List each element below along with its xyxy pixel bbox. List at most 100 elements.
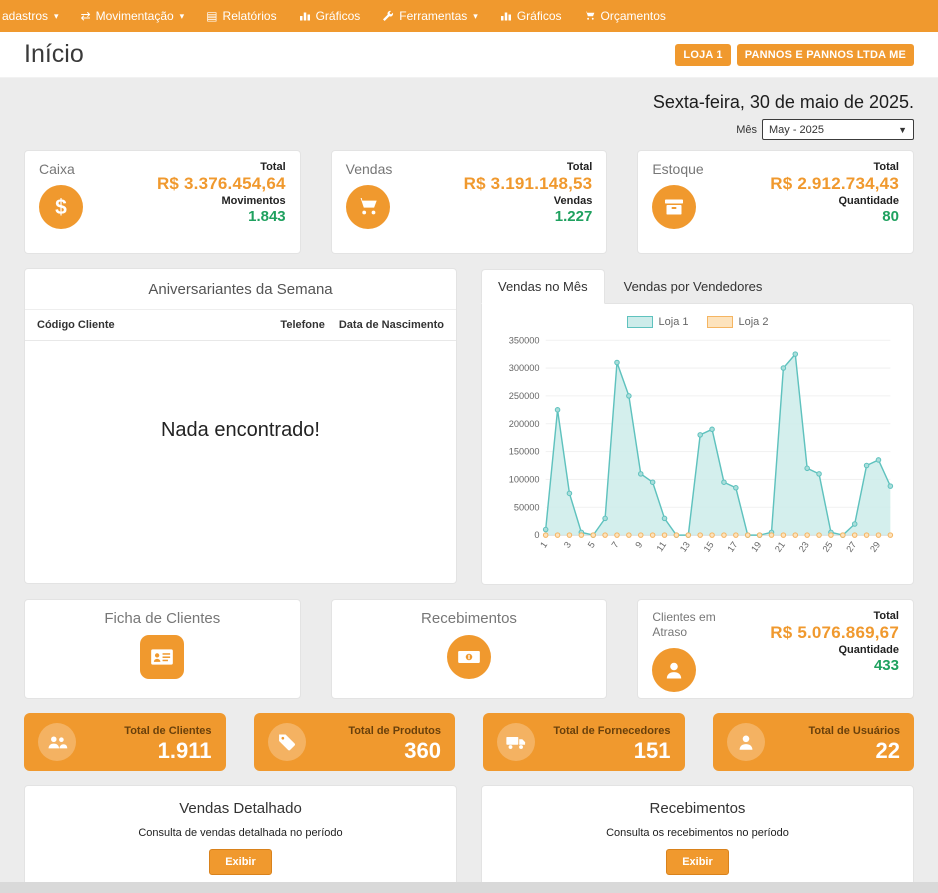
tab-vendas-por-vendedores[interactable]: Vendas por Vendedores <box>607 269 780 304</box>
svg-text:19: 19 <box>749 540 763 554</box>
recebimentos-title: Recebimentos <box>421 610 517 627</box>
store-badge[interactable]: LOJA 1 <box>675 44 730 66</box>
report-title: Vendas Detalhado <box>37 800 444 817</box>
svg-text:100000: 100000 <box>509 475 540 485</box>
exchange-icon: ⇄ <box>81 10 91 22</box>
nav-item-orcamentos[interactable]: Orçamentos <box>584 9 666 23</box>
atraso-title: Clientes em Atraso <box>652 610 732 640</box>
store-badges: LOJA 1 PANNOS E PANNOS LTDA ME <box>675 44 914 66</box>
estoque-count-label: Quantidade <box>770 195 899 207</box>
atraso-total: R$ 5.076.869,67 <box>770 623 899 643</box>
caixa-card: Caixa $ Total R$ 3.376.454,64 Movimentos… <box>24 150 301 254</box>
nav-item-relatorios[interactable]: ▤ Relatórios <box>206 9 276 23</box>
svg-text:11: 11 <box>655 540 669 554</box>
exibir-button[interactable]: Exibir <box>209 849 272 875</box>
svg-text:13: 13 <box>678 540 692 554</box>
chart-tabs: Vendas no Mês Vendas por Vendedores <box>481 268 914 303</box>
svg-text:21: 21 <box>773 540 787 554</box>
vendas-count: 1.227 <box>464 208 593 225</box>
loja2-swatch <box>707 316 733 328</box>
svg-text:23: 23 <box>797 540 811 554</box>
col-data-nascimento: Data de Nascimento <box>339 319 444 331</box>
recebimentos-card[interactable]: Recebimentos <box>331 599 608 699</box>
svg-text:$: $ <box>55 196 67 219</box>
tag-icon <box>268 723 306 761</box>
users-icon <box>38 723 76 761</box>
box-icon <box>652 185 696 229</box>
tile-value: 22 <box>775 739 901 763</box>
caret-down-icon: ▾ <box>180 11 185 22</box>
tile-total-clientes[interactable]: Total de Clientes 1.911 <box>24 713 226 771</box>
cart-icon <box>584 10 596 22</box>
footer-strip <box>0 882 938 893</box>
total-label: Total <box>770 161 899 173</box>
bar-chart-icon <box>500 10 512 22</box>
chevron-down-icon: ▼ <box>898 125 907 135</box>
svg-text:29: 29 <box>868 540 882 554</box>
birthdays-title: Aniversariantes da Semana <box>25 269 456 310</box>
birthdays-card: Aniversariantes da Semana Código Cliente… <box>24 268 457 584</box>
tab-vendas-no-mes[interactable]: Vendas no Mês <box>481 269 605 304</box>
col-codigo-cliente: Código Cliente <box>37 319 115 331</box>
svg-text:3: 3 <box>562 540 573 550</box>
month-select[interactable]: May - 2025 ▼ <box>762 119 914 140</box>
tile-value: 151 <box>545 739 671 763</box>
loja1-swatch <box>627 316 653 328</box>
company-badge[interactable]: PANNOS E PANNOS LTDA ME <box>737 44 914 66</box>
top-navbar: adastros ▾ ⇄ Movimentação ▾ ▤ Relatórios… <box>0 0 938 32</box>
estoque-total: R$ 2.912.734,43 <box>770 174 899 194</box>
col-telefone: Telefone <box>280 319 324 331</box>
cart-icon <box>346 185 390 229</box>
chart-card: Loja 1 Loja 2 05000010000015000020000025… <box>481 303 914 585</box>
nav-label: adastros <box>2 9 48 23</box>
nav-item-movimentacao[interactable]: ⇄ Movimentação ▾ <box>81 9 185 23</box>
report-subtitle: Consulta os recebimentos no período <box>494 827 901 839</box>
tile-label: Total de Fornecedores <box>553 725 670 737</box>
empty-message: Nada encontrado! <box>25 341 456 583</box>
sales-area-chart: 0500001000001500002000002500003000003500… <box>492 332 903 570</box>
dollar-icon: $ <box>39 185 83 229</box>
person-icon <box>652 648 696 692</box>
legend-loja1: Loja 1 <box>627 316 689 328</box>
nav-item-graficos-1[interactable]: Gráficos <box>299 9 361 23</box>
vendas-detalhado-card: Vendas Detalhado Consulta de vendas deta… <box>24 785 457 889</box>
svg-text:350000: 350000 <box>509 335 540 345</box>
report-icon: ▤ <box>206 10 217 22</box>
nav-item-graficos-2[interactable]: Gráficos <box>500 9 562 23</box>
exibir-button[interactable]: Exibir <box>666 849 729 875</box>
ficha-title: Ficha de Clientes <box>104 610 220 627</box>
svg-text:150000: 150000 <box>509 447 540 457</box>
nav-label: Gráficos <box>517 9 562 23</box>
tile-label: Total de Clientes <box>124 725 211 737</box>
total-label: Total <box>464 161 593 173</box>
month-select-value: May - 2025 <box>769 124 824 136</box>
tile-label: Total de Produtos <box>348 725 441 737</box>
ficha-clientes-card[interactable]: Ficha de Clientes <box>24 599 301 699</box>
svg-text:250000: 250000 <box>509 391 540 401</box>
report-subtitle: Consulta de vendas detalhada no período <box>37 827 444 839</box>
clientes-atraso-card: Clientes em Atraso Total R$ 5.076.869,67… <box>637 599 914 699</box>
sales-chart-panel: Vendas no Mês Vendas por Vendedores Loja… <box>481 268 914 585</box>
estoque-title: Estoque <box>652 161 703 177</box>
tile-value: 1.911 <box>86 739 212 763</box>
page-title: Início <box>24 40 84 69</box>
svg-text:50000: 50000 <box>514 502 540 512</box>
atraso-count: 433 <box>770 657 899 674</box>
current-date: Sexta-feira, 30 de maio de 2025. <box>24 92 914 113</box>
page-header: Início LOJA 1 PANNOS E PANNOS LTDA ME <box>0 32 938 78</box>
tile-total-produtos[interactable]: Total de Produtos 360 <box>254 713 456 771</box>
vendas-count-label: Vendas <box>464 195 593 207</box>
nav-item-cadastros[interactable]: adastros ▾ <box>2 9 59 23</box>
caixa-count: 1.843 <box>157 208 286 225</box>
tile-total-fornecedores[interactable]: Total de Fornecedores 151 <box>483 713 685 771</box>
recebimentos-report-card: Recebimentos Consulta os recebimentos no… <box>481 785 914 889</box>
vendas-title: Vendas <box>346 161 393 177</box>
svg-text:300000: 300000 <box>509 363 540 373</box>
nav-item-ferramentas[interactable]: Ferramentas ▾ <box>382 9 478 23</box>
legend-label: Loja 1 <box>659 316 689 328</box>
month-label: Mês <box>736 124 757 136</box>
user-icon <box>727 723 765 761</box>
tile-total-usuarios[interactable]: Total de Usuários 22 <box>713 713 915 771</box>
nav-label: Orçamentos <box>601 9 666 23</box>
nav-label: Gráficos <box>316 9 361 23</box>
